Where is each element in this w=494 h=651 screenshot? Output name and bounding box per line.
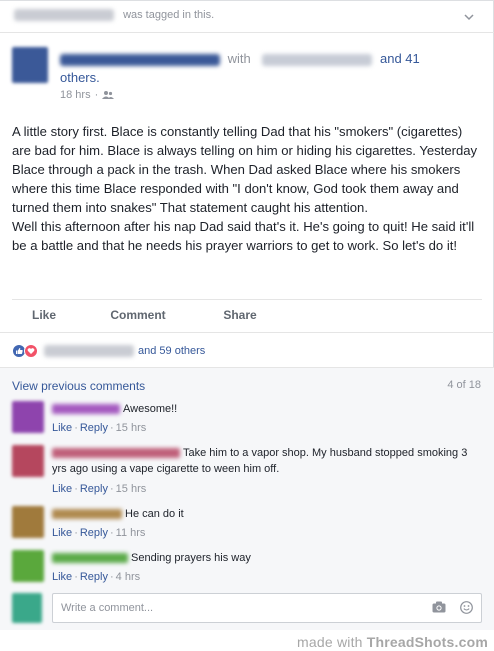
reactor-names[interactable] bbox=[44, 345, 134, 357]
comment-meta: Like · Reply · 11 hrs bbox=[52, 527, 146, 539]
commenter-avatar[interactable] bbox=[12, 445, 44, 477]
current-user-avatar bbox=[12, 593, 42, 623]
comment-time[interactable]: 15 hrs bbox=[116, 422, 147, 434]
commenter-avatar[interactable] bbox=[12, 550, 44, 582]
author-name[interactable] bbox=[60, 53, 220, 66]
tagged-friend-name[interactable] bbox=[262, 53, 373, 66]
chevron-down-icon[interactable] bbox=[462, 10, 476, 24]
share-button[interactable]: Share bbox=[200, 303, 280, 327]
others-link[interactable]: others. bbox=[60, 70, 100, 85]
comment-like-link[interactable]: Like bbox=[52, 571, 72, 583]
comment-button[interactable]: Comment bbox=[76, 303, 200, 327]
camera-icon[interactable] bbox=[432, 601, 446, 613]
commenter-name[interactable] bbox=[52, 404, 120, 415]
watermark: made with ThreadShots.com bbox=[297, 634, 488, 650]
comment-text-block: Sending prayers his way bbox=[52, 550, 472, 566]
friends-privacy-icon[interactable] bbox=[102, 90, 115, 100]
comment-like-link[interactable]: Like bbox=[52, 527, 72, 539]
commenter-avatar[interactable] bbox=[12, 506, 44, 538]
reaction-others-count[interactable]: and 59 others bbox=[138, 345, 205, 357]
comment-like-link[interactable]: Like bbox=[52, 422, 72, 434]
comment-meta: Like · Reply · 15 hrs bbox=[52, 483, 147, 495]
tagged-text: was tagged in this. bbox=[123, 9, 215, 22]
commenter-name[interactable] bbox=[52, 448, 180, 459]
composer-icons bbox=[432, 601, 473, 614]
view-previous-comments-link[interactable]: View previous comments bbox=[12, 379, 145, 393]
comment-like-link[interactable]: Like bbox=[52, 483, 72, 495]
comment-text-block: Take him to a vapor shop. My husband sto… bbox=[52, 445, 472, 477]
comment-input[interactable]: Write a comment... bbox=[52, 593, 482, 623]
commenter-name[interactable] bbox=[52, 553, 128, 564]
emoji-icon[interactable] bbox=[460, 601, 473, 614]
comment-meta: Like · Reply · 15 hrs bbox=[52, 422, 147, 434]
comment-text-block: He can do it bbox=[52, 506, 472, 522]
comment-body: Awesome!! bbox=[123, 403, 178, 415]
divider bbox=[12, 299, 482, 300]
comment-reply-link[interactable]: Reply bbox=[80, 483, 108, 495]
comment-reply-link[interactable]: Reply bbox=[80, 527, 108, 539]
divider bbox=[0, 32, 494, 33]
reaction-summary[interactable]: and 59 others bbox=[12, 343, 205, 359]
divider bbox=[0, 332, 494, 333]
comment-time[interactable]: 11 hrs bbox=[116, 527, 146, 539]
comment-meta: Like · Reply · 4 hrs bbox=[52, 571, 141, 583]
post-card: was tagged in this. with and 41 others. … bbox=[0, 0, 494, 630]
comment-body: Sending prayers his way bbox=[131, 552, 251, 564]
and-others-count[interactable]: and 41 bbox=[380, 51, 420, 66]
comment-reply-link[interactable]: Reply bbox=[80, 422, 108, 434]
comment-body: He can do it bbox=[125, 508, 184, 520]
tagged-user-name[interactable] bbox=[14, 9, 114, 22]
comment-time[interactable]: 15 hrs bbox=[116, 483, 147, 495]
like-button[interactable]: Like bbox=[12, 303, 76, 327]
comment-time[interactable]: 4 hrs bbox=[116, 571, 140, 583]
post-meta: 18 hrs · bbox=[60, 89, 115, 101]
post-actions: Like Comment Share bbox=[12, 303, 482, 327]
post-timestamp[interactable]: 18 hrs bbox=[60, 89, 91, 101]
author-avatar[interactable] bbox=[12, 47, 48, 83]
comment-input-placeholder: Write a comment... bbox=[61, 602, 154, 614]
author-line: with and 41 others. bbox=[60, 49, 480, 87]
with-text: with bbox=[227, 51, 251, 66]
comment-count: 4 of 18 bbox=[447, 379, 481, 391]
tagged-header: was tagged in this. bbox=[14, 9, 484, 31]
comment-text-block: Awesome!! bbox=[52, 401, 472, 417]
post-body: A little story first. Blace is constantl… bbox=[12, 124, 478, 253]
commenter-name[interactable] bbox=[52, 509, 122, 520]
love-reaction-icon bbox=[24, 344, 38, 358]
comment-reply-link[interactable]: Reply bbox=[80, 571, 108, 583]
dot-separator: · bbox=[94, 89, 99, 101]
comment-composer: Write a comment... bbox=[12, 593, 482, 623]
watermark-prefix: made with bbox=[297, 634, 363, 650]
commenter-avatar[interactable] bbox=[12, 401, 44, 433]
watermark-brand: ThreadShots.com bbox=[366, 634, 488, 650]
